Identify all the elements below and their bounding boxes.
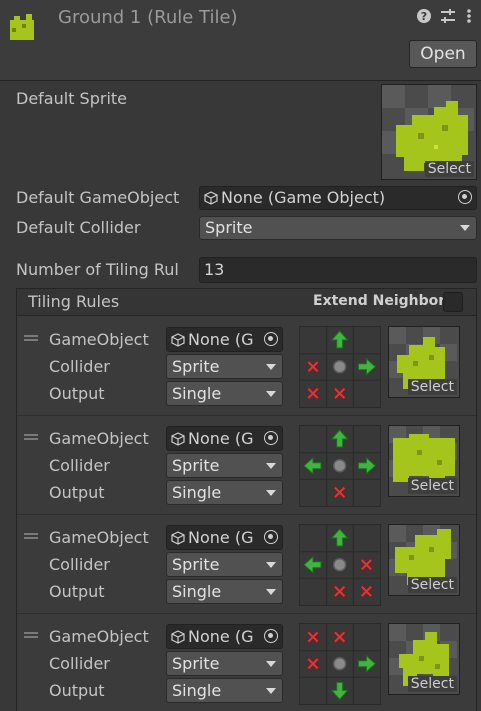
neighbor-rule-grid[interactable] (299, 524, 381, 606)
center-tile-icon[interactable] (332, 557, 347, 572)
rule-collider-dropdown[interactable]: Sprite (166, 651, 283, 676)
rule-output-label: Output (49, 582, 105, 601)
center-tile-icon[interactable] (332, 458, 347, 473)
gameobject-cube-icon (171, 432, 185, 446)
default-sprite-label: Default Sprite (16, 89, 127, 108)
neighbor-rule-grid[interactable] (299, 326, 381, 408)
sprite-select-button[interactable]: Select (407, 379, 457, 395)
chevron-down-icon (266, 390, 276, 397)
rule-collider-dropdown[interactable]: Sprite (166, 354, 283, 379)
sprite-select-button[interactable]: Select (424, 161, 474, 177)
rule-gameobject-label: GameObject (49, 429, 149, 448)
more-menu-icon[interactable] (464, 8, 474, 24)
drag-handle-icon[interactable] (24, 533, 38, 539)
svg-text:?: ? (421, 10, 427, 23)
rule-collider-value: Sprite (172, 555, 220, 574)
rule-gameobject-label: GameObject (49, 627, 149, 646)
rule-collider-dropdown[interactable]: Sprite (166, 453, 283, 478)
object-picker-icon[interactable] (264, 529, 278, 544)
chevron-down-icon (266, 489, 276, 496)
chevron-down-icon (266, 363, 276, 370)
rule-gameobject-label: GameObject (49, 330, 149, 349)
rule-tile-icon (8, 10, 40, 42)
gameobject-cube-icon (171, 531, 185, 545)
rule-output-label: Output (49, 483, 105, 502)
neighbor-rule-grid[interactable] (299, 425, 381, 507)
rule-collider-label: Collider (49, 357, 110, 376)
rule-collider-label: Collider (49, 456, 110, 475)
rule-output-label: Output (49, 384, 105, 403)
rule-output-value: Single (172, 483, 222, 502)
default-collider-dropdown[interactable]: Sprite (199, 216, 477, 240)
sprite-select-button[interactable]: Select (407, 577, 457, 593)
object-picker-icon[interactable] (458, 190, 472, 204)
rule-separator (17, 415, 476, 416)
gameobject-cube-icon (171, 630, 185, 644)
sprite-select-button[interactable]: Select (407, 676, 457, 692)
extend-neighbor-label: Extend Neighbor (313, 293, 446, 309)
chevron-down-icon (266, 462, 276, 469)
rule-output-dropdown[interactable]: Single (166, 381, 283, 406)
default-gameobject-field[interactable]: None (Game Object) (199, 186, 477, 210)
rule-output-dropdown[interactable]: Single (166, 480, 283, 505)
rule-gameobject-field[interactable]: None (G (166, 426, 283, 451)
neighbor-rule-grid[interactable] (299, 623, 381, 705)
rule-sprite-field[interactable]: Select (388, 524, 460, 596)
rule-collider-label: Collider (49, 654, 110, 673)
chevron-down-icon (266, 588, 276, 595)
number-of-rules-input[interactable]: 13 (199, 257, 477, 283)
gameobject-cube-icon (171, 333, 185, 347)
object-picker-icon[interactable] (264, 430, 278, 445)
rule-collider-label: Collider (49, 555, 110, 574)
rule-gameobject-value: None (G (188, 330, 254, 349)
drag-handle-icon[interactable] (24, 434, 38, 440)
rule-output-label: Output (49, 681, 105, 700)
rule-output-value: Single (172, 582, 222, 601)
rule-separator (17, 514, 476, 515)
rule-output-value: Single (172, 384, 222, 403)
default-collider-value: Sprite (205, 218, 253, 237)
default-sprite-field[interactable]: Select (381, 84, 477, 180)
center-tile-icon[interactable] (332, 656, 347, 671)
rule-output-dropdown[interactable]: Single (166, 579, 283, 604)
rule-separator (17, 613, 476, 614)
chevron-down-icon (266, 660, 276, 667)
open-button[interactable]: Open (409, 40, 477, 68)
rule-gameobject-value: None (G (188, 627, 254, 646)
object-picker-icon[interactable] (264, 628, 278, 643)
rule-gameobject-field[interactable]: None (G (166, 624, 283, 649)
asset-title: Ground 1 (Rule Tile) (58, 7, 238, 28)
presets-icon[interactable] (440, 8, 456, 24)
object-picker-icon[interactable] (264, 331, 278, 346)
drag-handle-icon[interactable] (24, 335, 38, 341)
rule-collider-dropdown[interactable]: Sprite (166, 552, 283, 577)
center-tile-icon[interactable] (332, 359, 347, 374)
sprite-select-button[interactable]: Select (407, 478, 457, 494)
tiling-rules-title: Tiling Rules (28, 292, 120, 311)
drag-handle-icon[interactable] (24, 632, 38, 638)
extend-neighbor-checkbox[interactable] (443, 292, 463, 312)
rule-collider-value: Sprite (172, 456, 220, 475)
rule-sprite-field[interactable]: Select (388, 326, 460, 398)
rule-gameobject-label: GameObject (49, 528, 149, 547)
default-gameobject-value: None (Game Object) (221, 188, 386, 207)
default-gameobject-label: Default GameObject (16, 188, 180, 207)
rule-output-dropdown[interactable]: Single (166, 678, 283, 703)
rule-gameobject-field[interactable]: None (G (166, 525, 283, 550)
gameobject-cube-icon (204, 191, 218, 205)
default-collider-label: Default Collider (16, 218, 141, 237)
rule-collider-value: Sprite (172, 357, 220, 376)
rule-collider-value: Sprite (172, 654, 220, 673)
help-icon[interactable]: ? (416, 8, 432, 24)
chevron-down-icon (266, 561, 276, 568)
rule-sprite-field[interactable]: Select (388, 425, 460, 497)
rule-gameobject-value: None (G (188, 528, 254, 547)
rule-gameobject-field[interactable]: None (G (166, 327, 283, 352)
chevron-down-icon (266, 687, 276, 694)
number-of-rules-label: Number of Tiling Rul (16, 260, 179, 279)
rule-gameobject-value: None (G (188, 429, 254, 448)
rule-output-value: Single (172, 681, 222, 700)
rule-sprite-field[interactable]: Select (388, 623, 460, 695)
chevron-down-icon (460, 225, 470, 231)
